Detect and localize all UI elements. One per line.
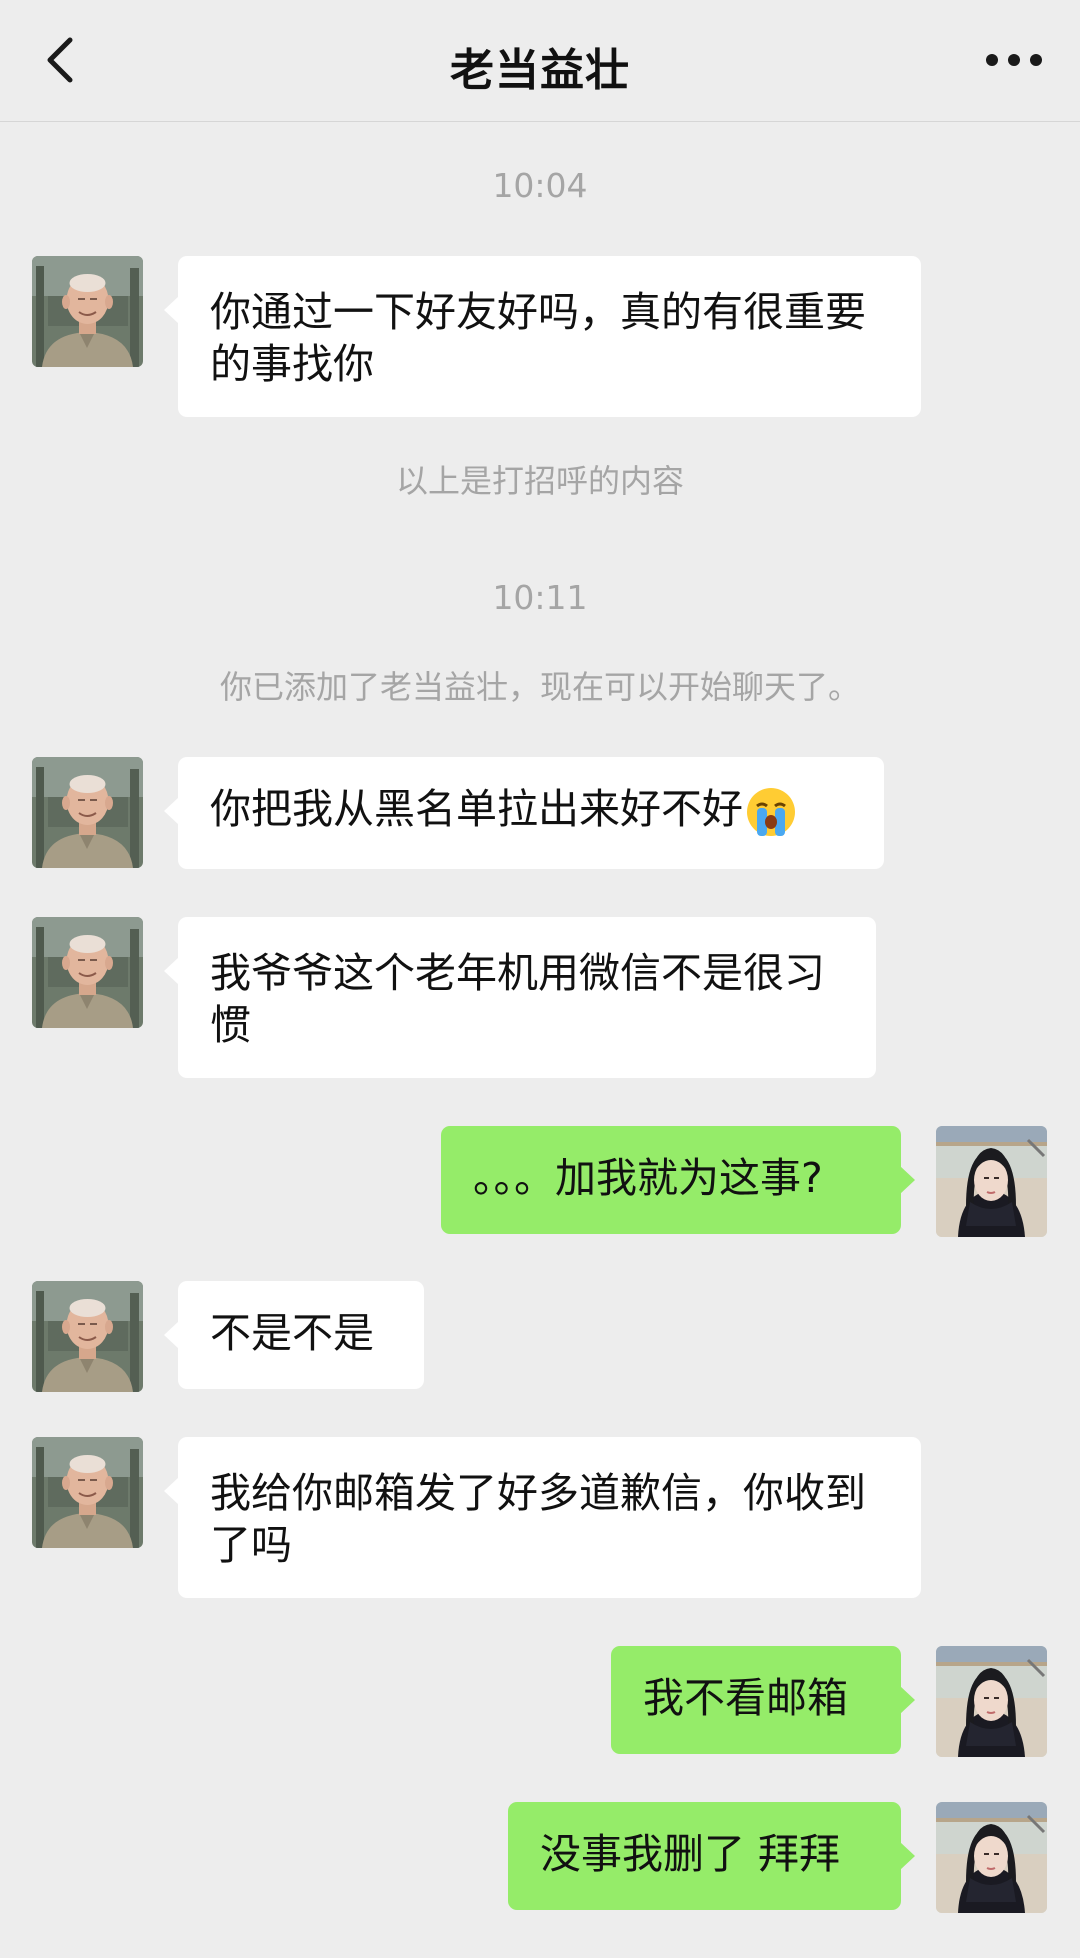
timestamp: 10:11	[492, 578, 588, 617]
system-notice: 以上是打招呼的内容	[395, 462, 684, 500]
more-horizontal-icon	[986, 54, 1042, 66]
avatar[interactable]	[32, 917, 143, 1028]
message-bubble-outgoing[interactable]: 。。。加我就为这事?	[441, 1126, 915, 1234]
chat-title: 老当益壮	[450, 45, 630, 96]
message-bubble-incoming[interactable]: 你通过一下好友好吗，真的有很重要的事找你	[164, 256, 921, 417]
loudly-crying-face-emoji	[747, 788, 795, 836]
message-text: 我爷爷这个老年机用微信不是很习惯	[210, 949, 825, 1049]
avatar[interactable]	[32, 757, 143, 868]
message-bubble-outgoing[interactable]: 没事我删了 拜拜	[508, 1802, 915, 1910]
message-bubble-outgoing[interactable]: 我不看邮箱	[611, 1646, 915, 1754]
chat-header: 老当益壮	[0, 0, 1080, 122]
avatar[interactable]	[32, 256, 143, 367]
more-button[interactable]	[984, 48, 1044, 72]
message-bubble-incoming[interactable]: 不是不是	[164, 1281, 424, 1389]
my-avatar[interactable]	[936, 1802, 1047, 1913]
message-text: 你把我从黑名单拉出来好不好	[210, 785, 743, 833]
message-text: 你通过一下好友好吗，真的有很重要的事找你	[210, 288, 866, 388]
message-bubble-incoming[interactable]: 你把我从黑名单拉出来好不好	[164, 757, 884, 869]
avatar[interactable]	[32, 1281, 143, 1392]
avatar[interactable]	[32, 1437, 143, 1548]
my-avatar[interactable]	[936, 1126, 1047, 1237]
message-bubble-incoming[interactable]: 我爷爷这个老年机用微信不是很习惯	[164, 917, 876, 1078]
my-avatar[interactable]	[936, 1646, 1047, 1757]
message-text: 不是不是	[210, 1309, 374, 1357]
message-text: 我不看邮箱	[643, 1674, 848, 1722]
timestamp: 10:04	[492, 166, 588, 205]
system-notice: 你已添加了老当益壮，现在可以开始聊天了。	[219, 668, 860, 706]
message-text: 没事我删了 拜拜	[540, 1830, 841, 1878]
message-bubble-incoming[interactable]: 我给你邮箱发了好多道歉信，你收到了吗	[164, 1437, 921, 1598]
message-text: 。。。加我就为这事?	[473, 1154, 823, 1202]
message-text: 我给你邮箱发了好多道歉信，你收到了吗	[210, 1469, 866, 1569]
